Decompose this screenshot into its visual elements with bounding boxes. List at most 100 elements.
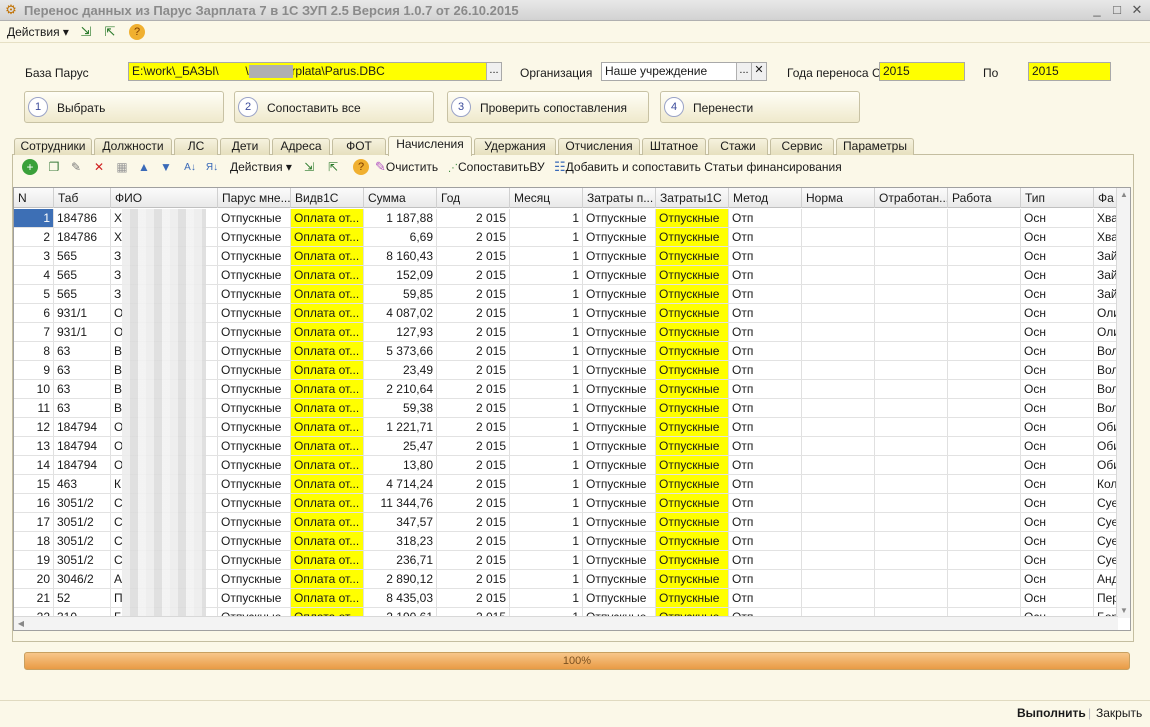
table-cell[interactable]: 1 [510,494,583,512]
table-cell[interactable]: Отпускные [583,475,656,493]
table-cell[interactable]: Отпускные [656,418,729,436]
table-cell[interactable]: Отпускные [583,551,656,569]
table-cell[interactable] [802,551,875,569]
table-cell[interactable]: Отпускные [656,228,729,246]
tab-children[interactable]: Дети [220,138,270,155]
column-header[interactable]: Метод [729,188,802,208]
table-cell[interactable]: Отп [729,247,802,265]
table-cell[interactable]: 1 [510,513,583,531]
table-cell[interactable]: Анд [1094,570,1118,588]
table-cell[interactable]: Отпускные [656,437,729,455]
table-cell[interactable]: Осн [1021,247,1094,265]
table-cell[interactable]: Отпускные [218,342,291,360]
table-cell[interactable]: Оплата от... [291,551,364,569]
table-cell[interactable]: Отпускные [218,456,291,474]
table-cell[interactable]: Отпускные [583,361,656,379]
column-header[interactable]: N [14,188,54,208]
tab-service[interactable]: Сервис [770,138,834,155]
table-cell[interactable]: 2 015 [437,266,510,284]
table-cell[interactable] [948,247,1021,265]
table-cell[interactable]: Суе [1094,513,1118,531]
table-cell[interactable]: Вол [1094,361,1118,379]
table-cell[interactable]: Оплата от... [291,418,364,436]
table-cell[interactable]: 1 [510,228,583,246]
table-cell[interactable]: Оплата от... [291,228,364,246]
table-cell[interactable]: Отп [729,399,802,417]
table-cell[interactable]: 152,09 [364,266,437,284]
table-cell[interactable]: Зай [1094,285,1118,303]
table-cell[interactable]: Оплата от... [291,437,364,455]
table-cell[interactable]: 63 [54,361,111,379]
table-cell[interactable]: 2 890,12 [364,570,437,588]
table-cell[interactable]: Отпускные [656,494,729,512]
org-clear-button[interactable]: ✕ [751,63,766,80]
table-cell[interactable]: 347,57 [364,513,437,531]
accruals-table[interactable]: N Таб ФИО Парус мне... Видв1С Сумма Год … [13,187,1131,631]
table-cell[interactable]: 184794 [54,437,111,455]
table-cell[interactable]: 19 [14,551,54,569]
table-cell[interactable]: 63 [54,342,111,360]
table-cell[interactable]: Отпускные [583,494,656,512]
table-cell[interactable] [802,285,875,303]
table-cell[interactable]: Отп [729,589,802,607]
clear-button[interactable]: ✎Очистить [375,159,438,176]
tab-fot[interactable]: ФОТ [332,138,386,155]
table-cell[interactable]: Отпускные [656,361,729,379]
table-cell[interactable] [875,437,948,455]
table-cell[interactable]: 1 [510,551,583,569]
table-cell[interactable]: Отпускные [218,513,291,531]
table-cell[interactable]: Отпускные [583,589,656,607]
table-cell[interactable]: 2 015 [437,228,510,246]
table-cell[interactable]: 1 [510,475,583,493]
column-header[interactable]: Фа [1094,188,1118,208]
table-cell[interactable]: Отп [729,323,802,341]
table-cell[interactable]: 20 [14,570,54,588]
table-cell[interactable]: 6,69 [364,228,437,246]
table-cell[interactable]: 11 [14,399,54,417]
table-cell[interactable] [875,380,948,398]
table-cell[interactable]: Оплата от... [291,494,364,512]
table-cell[interactable]: Отпускные [218,418,291,436]
table-cell[interactable]: Осн [1021,456,1094,474]
table-cell[interactable]: Отпускные [583,304,656,322]
table-cell[interactable]: Отпускные [583,437,656,455]
table-cell[interactable]: Осн [1021,342,1094,360]
table-cell[interactable]: Осн [1021,323,1094,341]
table-cell[interactable] [875,247,948,265]
table-cell[interactable]: 9 [14,361,54,379]
actions-menu[interactable]: Действия ▾ [7,24,69,40]
table-cell[interactable] [802,209,875,227]
table-cell[interactable] [802,532,875,550]
table-cell[interactable]: 8 160,43 [364,247,437,265]
table-cell[interactable] [948,570,1021,588]
match-all-step-button[interactable]: 2 Сопоставить все [234,91,434,123]
table-cell[interactable]: Оплата от... [291,266,364,284]
table-cell[interactable] [875,228,948,246]
table-cell[interactable]: Отпускные [218,532,291,550]
table-cell[interactable]: Отпускные [218,494,291,512]
table-cell[interactable] [875,399,948,417]
table-cell[interactable] [802,456,875,474]
table-cell[interactable]: Осн [1021,437,1094,455]
help-icon[interactable]: ? [129,24,145,40]
table-cell[interactable]: 5 [14,285,54,303]
table-cell[interactable]: 52 [54,589,111,607]
table-cell[interactable]: 21 [14,589,54,607]
table-cell[interactable]: Отпускные [218,589,291,607]
table-cell[interactable]: 2 015 [437,285,510,303]
table-cell[interactable]: Отпускные [656,532,729,550]
table-cell[interactable]: Отпускные [218,551,291,569]
table-cell[interactable] [875,323,948,341]
table-cell[interactable]: Отп [729,380,802,398]
table-cell[interactable]: Оплата от... [291,380,364,398]
table-cell[interactable]: 2 015 [437,323,510,341]
match-vu-button[interactable]: ⋰СопоставитьВУ [448,159,545,176]
grid-actions-menu[interactable]: Действия ▾ [230,159,292,176]
table-cell[interactable]: 2 015 [437,437,510,455]
table-cell[interactable]: 3 [14,247,54,265]
table-cell[interactable]: Осн [1021,551,1094,569]
table-cell[interactable]: Оплата от... [291,570,364,588]
table-cell[interactable]: 3046/2 [54,570,111,588]
table-cell[interactable]: 2 015 [437,532,510,550]
table-cell[interactable]: Отп [729,304,802,322]
